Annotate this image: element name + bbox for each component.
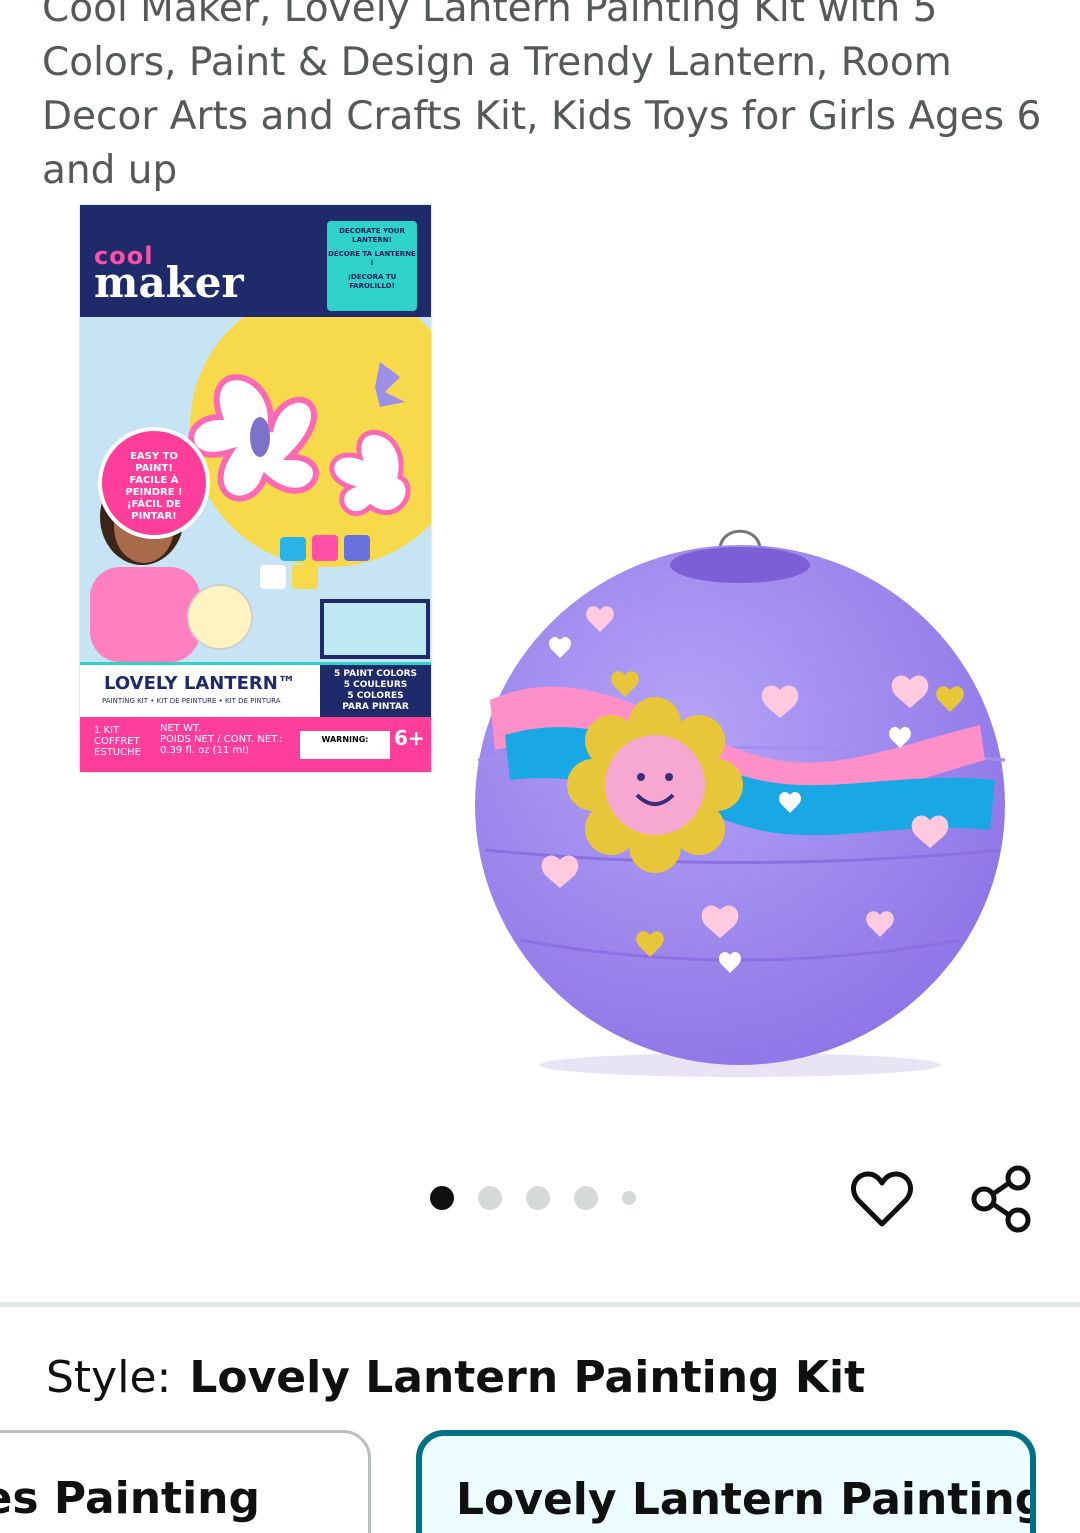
box-name-band: LOVELY LANTERN™ PAINTING KIT • KIT DE PE… xyxy=(80,662,431,720)
carousel-dot[interactable] xyxy=(526,1186,550,1210)
easy-to-paint-badge: EASY TO PAINT! FACILE À PEINDRE ! ¡FÁCIL… xyxy=(98,427,210,539)
carousel-dot[interactable] xyxy=(478,1186,502,1210)
carousel-dot[interactable] xyxy=(574,1186,598,1210)
share-icon xyxy=(971,1165,1031,1233)
share-button[interactable] xyxy=(970,1164,1034,1234)
box-header: cool maker DECORATE YOUR LANTERN! DÉCORE… xyxy=(80,205,431,317)
carousel-dot[interactable] xyxy=(622,1191,636,1205)
style-option[interactable]: nes Painting xyxy=(0,1430,371,1533)
warning-label: WARNING: xyxy=(300,731,390,759)
carousel-dots[interactable] xyxy=(430,1186,636,1210)
box-product-name: LOVELY LANTERN™ xyxy=(104,673,296,694)
product-image-gallery[interactable]: cool maker DECORATE YOUR LANTERN! DÉCORE… xyxy=(0,190,1080,1090)
age-label: 6+ xyxy=(394,726,425,750)
favorite-button[interactable] xyxy=(850,1168,914,1232)
product-box-image: cool maker DECORATE YOUR LANTERN! DÉCORE… xyxy=(80,205,431,772)
paint-colors-badge: 5 PAINT COLORS 5 COULEURS 5 COLORES PARA… xyxy=(320,665,431,720)
style-selected-value: Lovely Lantern Painting Kit xyxy=(189,1352,866,1403)
box-footer: 1 KIT COFFRET ESTUCHE NET WT. POIDS NET … xyxy=(80,717,431,772)
section-divider xyxy=(0,1302,1080,1307)
decorate-badge: DECORATE YOUR LANTERN! DÉCORE TA LANTERN… xyxy=(327,221,417,311)
style-option-label: nes Painting xyxy=(0,1473,260,1524)
product-title: Cool Maker, Lovely Lantern Painting Kit … xyxy=(42,0,1042,193)
box-product-sub: PAINTING KIT • KIT DE PEINTURE • KIT DE … xyxy=(102,697,281,705)
style-option-selected[interactable]: Lovely Lantern Painting xyxy=(416,1430,1036,1533)
style-selector-label: Style: Lovely Lantern Painting Kit xyxy=(46,1352,865,1404)
carousel-dot[interactable] xyxy=(430,1186,454,1210)
style-label: Style: xyxy=(46,1352,172,1403)
style-option-label: Lovely Lantern Painting xyxy=(456,1474,1036,1525)
box-illustration: EASY TO PAINT! FACILE À PEINDRE ! ¡FÁCIL… xyxy=(80,287,431,662)
brand-logo: cool maker xyxy=(94,242,244,307)
lantern-image xyxy=(475,529,1006,1077)
heart-icon xyxy=(851,1171,913,1227)
